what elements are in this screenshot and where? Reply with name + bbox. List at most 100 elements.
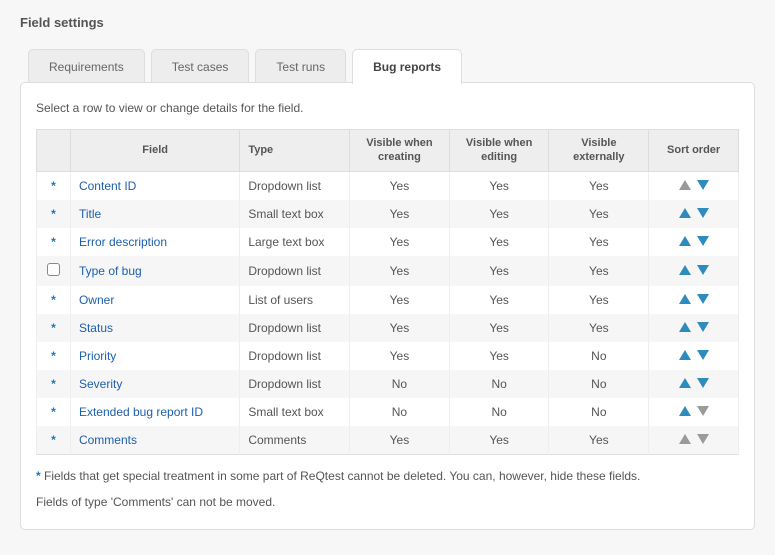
table-row[interactable]: *Error descriptionLarge text boxYesYesYe…: [37, 228, 739, 256]
footnote-special-text: Fields that get special treatment in som…: [41, 469, 641, 483]
type-cell: Dropdown list: [240, 256, 350, 286]
col-header-type: Type: [240, 130, 350, 172]
visExternal-cell: Yes: [549, 256, 649, 286]
visCreating-cell: No: [350, 398, 450, 426]
visEditing-cell: Yes: [449, 426, 549, 455]
move-down-icon[interactable]: [697, 350, 709, 360]
field-link[interactable]: Content ID: [79, 179, 136, 193]
field-link[interactable]: Type of bug: [79, 264, 142, 278]
move-down-icon[interactable]: [697, 180, 709, 190]
tab-bug-reports[interactable]: Bug reports: [352, 49, 462, 84]
move-up-icon[interactable]: [679, 322, 691, 332]
visCreating-cell: Yes: [350, 342, 450, 370]
type-cell: Large text box: [240, 228, 350, 256]
special-marker-icon: *: [37, 286, 71, 314]
visExternal-cell: Yes: [549, 171, 649, 200]
table-row[interactable]: *OwnerList of usersYesYesYes: [37, 286, 739, 314]
sort-order-cell: [649, 426, 739, 455]
special-marker-icon: *: [37, 426, 71, 455]
visExternal-cell: Yes: [549, 286, 649, 314]
instruction-text: Select a row to view or change details f…: [36, 101, 739, 115]
table-row[interactable]: *CommentsCommentsYesYesYes: [37, 426, 739, 455]
move-down-icon: [697, 434, 709, 444]
type-cell: Comments: [240, 426, 350, 455]
type-cell: Small text box: [240, 200, 350, 228]
move-down-icon[interactable]: [697, 236, 709, 246]
checkbox-icon[interactable]: [47, 263, 60, 276]
field-link[interactable]: Owner: [79, 293, 114, 307]
tab-requirements[interactable]: Requirements: [28, 49, 145, 84]
type-cell: List of users: [240, 286, 350, 314]
special-marker-icon: *: [37, 200, 71, 228]
special-marker-icon: *: [37, 171, 71, 200]
move-up-icon[interactable]: [679, 236, 691, 246]
move-down-icon: [697, 406, 709, 416]
tab-test-runs[interactable]: Test runs: [255, 49, 346, 84]
visEditing-cell: Yes: [449, 286, 549, 314]
field-link[interactable]: Title: [79, 207, 101, 221]
move-down-icon[interactable]: [697, 322, 709, 332]
visEditing-cell: Yes: [449, 171, 549, 200]
field-link[interactable]: Comments: [79, 433, 137, 447]
sort-order-cell: [649, 171, 739, 200]
move-down-icon[interactable]: [697, 294, 709, 304]
move-up-icon: [679, 180, 691, 190]
type-cell: Dropdown list: [240, 171, 350, 200]
visEditing-cell: Yes: [449, 228, 549, 256]
move-up-icon[interactable]: [679, 208, 691, 218]
col-header-sort: Sort order: [649, 130, 739, 172]
visCreating-cell: Yes: [350, 314, 450, 342]
field-link[interactable]: Extended bug report ID: [79, 405, 203, 419]
footnote-comments: Fields of type 'Comments' can not be mov…: [36, 495, 739, 509]
move-down-icon[interactable]: [697, 265, 709, 275]
move-up-icon[interactable]: [679, 294, 691, 304]
field-link[interactable]: Status: [79, 321, 113, 335]
visCreating-cell: Yes: [350, 200, 450, 228]
field-link[interactable]: Severity: [79, 377, 122, 391]
table-row[interactable]: *StatusDropdown listYesYesYes: [37, 314, 739, 342]
move-up-icon: [679, 434, 691, 444]
sort-order-cell: [649, 256, 739, 286]
field-link[interactable]: Error description: [79, 235, 167, 249]
page-title: Field settings: [20, 15, 755, 30]
field-link[interactable]: Priority: [79, 349, 116, 363]
visExternal-cell: No: [549, 342, 649, 370]
sort-order-cell: [649, 342, 739, 370]
table-row[interactable]: *Extended bug report IDSmall text boxNoN…: [37, 398, 739, 426]
panel: Select a row to view or change details f…: [20, 82, 755, 530]
move-up-icon[interactable]: [679, 350, 691, 360]
visCreating-cell: Yes: [350, 256, 450, 286]
col-header-vis-editing: Visible when editing: [449, 130, 549, 172]
table-row[interactable]: *Content IDDropdown listYesYesYes: [37, 171, 739, 200]
sort-order-cell: [649, 314, 739, 342]
table-row[interactable]: *SeverityDropdown listNoNoNo: [37, 370, 739, 398]
visEditing-cell: Yes: [449, 200, 549, 228]
col-header-marker: [37, 130, 71, 172]
tab-test-cases[interactable]: Test cases: [151, 49, 250, 84]
visExternal-cell: Yes: [549, 200, 649, 228]
visExternal-cell: Yes: [549, 228, 649, 256]
type-cell: Dropdown list: [240, 370, 350, 398]
visExternal-cell: No: [549, 370, 649, 398]
special-marker-icon: *: [37, 228, 71, 256]
visCreating-cell: Yes: [350, 228, 450, 256]
move-up-icon[interactable]: [679, 406, 691, 416]
sort-order-cell: [649, 228, 739, 256]
special-marker-icon: *: [37, 342, 71, 370]
visEditing-cell: Yes: [449, 256, 549, 286]
table-row[interactable]: Type of bugDropdown listYesYesYes: [37, 256, 739, 286]
move-down-icon[interactable]: [697, 378, 709, 388]
visExternal-cell: Yes: [549, 314, 649, 342]
table-row[interactable]: *PriorityDropdown listYesYesNo: [37, 342, 739, 370]
move-up-icon[interactable]: [679, 265, 691, 275]
visEditing-cell: Yes: [449, 314, 549, 342]
move-up-icon[interactable]: [679, 378, 691, 388]
type-cell: Dropdown list: [240, 342, 350, 370]
col-header-vis-creating: Visible when creating: [350, 130, 450, 172]
table-row[interactable]: *TitleSmall text boxYesYesYes: [37, 200, 739, 228]
move-down-icon[interactable]: [697, 208, 709, 218]
sort-order-cell: [649, 398, 739, 426]
select-checkbox[interactable]: [37, 256, 71, 286]
visExternal-cell: Yes: [549, 426, 649, 455]
visEditing-cell: No: [449, 370, 549, 398]
